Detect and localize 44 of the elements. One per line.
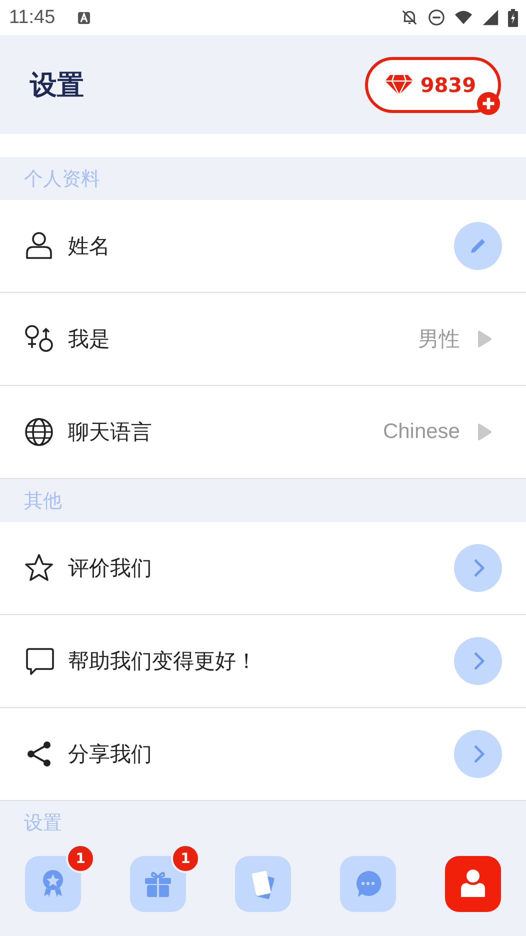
add-icon[interactable] bbox=[477, 92, 500, 115]
gem-balance-button[interactable]: 9839 bbox=[365, 56, 501, 112]
chat-bubble-icon bbox=[24, 646, 54, 676]
person-icon bbox=[24, 231, 54, 261]
row-value: Chinese bbox=[382, 420, 460, 444]
message-tab[interactable] bbox=[340, 856, 396, 912]
row-label: 姓名 bbox=[68, 233, 110, 260]
notification-icon bbox=[77, 10, 92, 24]
row-label: 帮助我们变得更好！ bbox=[68, 648, 257, 675]
profile-tab[interactable] bbox=[445, 856, 501, 912]
star-icon bbox=[24, 553, 54, 583]
section-header: 其他 bbox=[24, 488, 62, 514]
gem-icon bbox=[384, 74, 414, 96]
battery-icon bbox=[508, 8, 518, 26]
status-time: 11:45 bbox=[9, 6, 56, 28]
do-not-disturb-icon bbox=[427, 8, 446, 27]
edit-icon[interactable] bbox=[454, 222, 502, 270]
globe-icon bbox=[24, 417, 54, 447]
settings-row[interactable]: 分享我们 bbox=[0, 708, 526, 801]
row-label: 我是 bbox=[68, 326, 110, 353]
wifi-icon bbox=[454, 8, 473, 27]
notification-badge: 1 bbox=[171, 844, 200, 873]
chevron-right-icon[interactable] bbox=[454, 637, 502, 685]
notification-badge: 1 bbox=[66, 844, 95, 873]
row-label: 分享我们 bbox=[68, 741, 152, 768]
chevron-right-icon[interactable] bbox=[454, 730, 502, 778]
settings-row[interactable]: 聊天语言 Chinese bbox=[0, 386, 526, 479]
settings-row[interactable]: 我是 男性 bbox=[0, 293, 526, 386]
section-header: 设置 bbox=[24, 810, 62, 836]
page-title: 设置 bbox=[30, 68, 85, 102]
bell-off-icon bbox=[400, 8, 419, 27]
signal-icon bbox=[481, 8, 500, 27]
row-label: 聊天语言 bbox=[68, 419, 152, 446]
settings-row[interactable]: 评价我们 bbox=[0, 522, 526, 615]
row-value: 男性 bbox=[418, 327, 460, 353]
gender-icon bbox=[24, 324, 54, 354]
row-label: 评价我们 bbox=[68, 555, 152, 582]
chevron-right-icon[interactable] bbox=[454, 544, 502, 592]
play-icon bbox=[476, 423, 492, 441]
settings-row[interactable]: 姓名 bbox=[0, 200, 526, 293]
settings-row[interactable]: 帮助我们变得更好！ bbox=[0, 615, 526, 708]
section-header: 个人资料 bbox=[24, 166, 100, 192]
play-icon bbox=[476, 330, 492, 348]
cards-tab[interactable] bbox=[235, 856, 291, 912]
